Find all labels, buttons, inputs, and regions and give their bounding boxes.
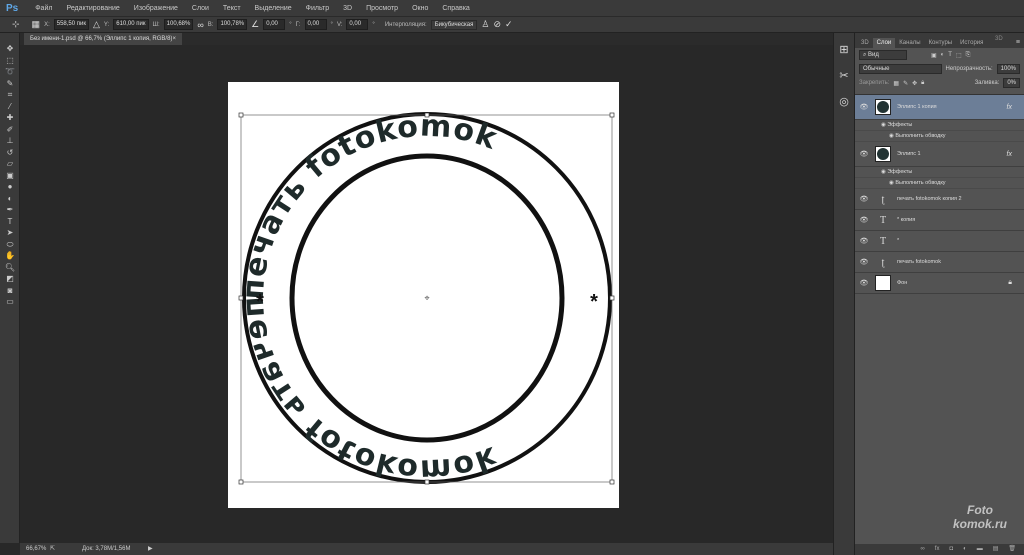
layer-name: *	[897, 238, 900, 244]
lock-label: Закрепить:	[859, 80, 890, 86]
filter-pixel-icon[interactable]: ▣	[931, 52, 937, 59]
blend-mode-select[interactable]: Обычные	[859, 64, 942, 74]
lock-position-icon[interactable]: ✥	[912, 80, 917, 87]
visibility-eye-icon[interactable]: 👁︎	[855, 150, 873, 158]
tab-layers[interactable]: Слои	[872, 38, 896, 48]
fx-icon[interactable]: fx	[1007, 104, 1012, 111]
export-icon[interactable]: ⇱	[50, 543, 55, 555]
panel-3d-label: 3D	[995, 36, 1003, 42]
fx-icon[interactable]: fx	[1007, 151, 1012, 158]
tab-channels[interactable]: Каналы	[895, 38, 924, 48]
eye-icon[interactable]: ◉	[881, 122, 886, 128]
eye-icon[interactable]: ◉	[881, 169, 886, 175]
visibility-eye-icon[interactable]: 👁︎	[855, 195, 873, 203]
fill-field[interactable]: 0%	[1003, 78, 1020, 88]
effects-label: Эффекты	[887, 169, 913, 175]
watermark-line1: Foto	[967, 503, 993, 517]
blend-row: Обычные Непрозрачность: 100%	[855, 62, 1024, 76]
star-left: *	[256, 291, 264, 313]
filter-row: ⌕ Вид ▣ ◐ T ⬚ ⎘	[855, 48, 1024, 62]
layer-thumbnail	[875, 275, 891, 291]
layer-row[interactable]: 👁︎ Фон 🔒︎	[855, 273, 1024, 294]
layer-row[interactable]: 👁︎ Эллипс 1 fx	[855, 142, 1024, 167]
visibility-eye-icon[interactable]: 👁︎	[855, 216, 873, 224]
effects-label: Эффекты	[887, 122, 913, 128]
link-layers-icon[interactable]: ∞	[921, 544, 925, 555]
3d-panel-icon[interactable]: ◎	[836, 95, 852, 111]
layer-name: * копия	[897, 217, 916, 223]
lock-row: Закрепить: ▦ ✎ ✥ 🔒︎ Заливка: 0%	[855, 76, 1024, 90]
layer-name: печать fotokomok	[897, 259, 941, 265]
visibility-eye-icon[interactable]: 👁︎	[855, 237, 873, 245]
status-bar: 66,67% ⇱ Док: 3,78M/1,56M ▶	[20, 543, 833, 555]
tools-panel-icon[interactable]: ✂	[836, 69, 852, 85]
layer-thumbnail	[875, 99, 891, 115]
filter-type-icon[interactable]: T	[948, 52, 952, 58]
eye-icon[interactable]: ◉	[889, 180, 894, 186]
opacity-label: Непрозрачность:	[945, 66, 993, 72]
properties-panel-icon[interactable]: ⊞	[836, 43, 852, 59]
tab-paths[interactable]: Контуры	[925, 38, 957, 48]
watermark-line2: komok.ru	[953, 517, 1008, 531]
lock-pixels-icon[interactable]: ▦	[893, 80, 899, 87]
eye-icon[interactable]: ◉	[889, 133, 894, 139]
warp-text-icon: ʈ	[881, 256, 885, 268]
filter-adjust-icon[interactable]: ◐	[941, 52, 945, 58]
zoom-level[interactable]: 66,67%	[26, 543, 46, 555]
panel-menu-icon[interactable]: ≡	[1012, 37, 1024, 48]
layers-footer: ∞ fx ◘ ◐ ▬ ▤ 🗑︎	[855, 544, 1024, 555]
ring-text-top: печать fotokomok	[236, 108, 502, 300]
effects-row[interactable]: ◉ Эффекты	[855, 167, 1024, 178]
status-menu-arrow-icon[interactable]: ▶	[148, 543, 153, 555]
layers-list: 👁︎ Эллипс 1 копия fx ◉ Эффекты ◉ Выполни…	[855, 94, 1024, 294]
text-layer-icon: T	[879, 214, 887, 226]
filter-shape-icon[interactable]: ⬚	[956, 52, 962, 59]
tab-3d[interactable]: 3D	[857, 38, 873, 48]
new-group-icon[interactable]: ▬	[977, 544, 983, 555]
stroke-effect-row[interactable]: ◉ Выполнить обводку	[855, 178, 1024, 189]
tab-history[interactable]: История	[956, 38, 987, 48]
opacity-field[interactable]: 100%	[996, 64, 1020, 74]
filter-label: Вид	[868, 52, 879, 58]
stroke-effect-row[interactable]: ◉ Выполнить обводку	[855, 131, 1024, 142]
layer-thumbnail	[875, 146, 891, 162]
effects-row[interactable]: ◉ Эффекты	[855, 120, 1024, 131]
layer-row[interactable]: 👁︎ ʈ печать fotokomok копия 2	[855, 189, 1024, 210]
layers-panel: 3D Слои Каналы Контуры История ≡ ⌕ Вид ▣…	[855, 33, 1024, 555]
layer-filter-select[interactable]: ⌕ Вид	[859, 50, 907, 60]
layer-name: Эллипс 1 копия	[897, 104, 937, 110]
layer-name: печать fotokomok копия 2	[897, 196, 962, 202]
visibility-eye-icon[interactable]: 👁︎	[855, 279, 873, 287]
lock-paint-icon[interactable]: ✎	[903, 80, 908, 87]
adjustment-layer-icon[interactable]: ◐	[963, 544, 967, 555]
text-layer-icon: T	[879, 235, 887, 247]
layer-row[interactable]: 👁︎ Эллипс 1 копия fx	[855, 95, 1024, 120]
add-style-icon[interactable]: fx	[935, 544, 940, 555]
layer-row[interactable]: 👁︎ T * копия	[855, 210, 1024, 231]
filter-smart-icon[interactable]: ⎘	[966, 52, 971, 59]
stroke-label: Выполнить обводку	[895, 133, 946, 139]
fill-label: Заливка:	[974, 80, 1000, 86]
add-mask-icon[interactable]: ◘	[949, 544, 953, 555]
layer-row[interactable]: 👁︎ ʈ печать fotokomok	[855, 252, 1024, 273]
ring-text-bottom: печать fotokomok	[236, 295, 502, 487]
watermark: Foto komok.ru	[953, 503, 1007, 531]
delete-layer-icon[interactable]: 🗑︎	[1008, 544, 1016, 555]
visibility-eye-icon[interactable]: 👁︎	[855, 103, 873, 111]
layer-row[interactable]: 👁︎ T *	[855, 231, 1024, 252]
layer-name: Эллипс 1	[897, 151, 921, 157]
star-right: *	[590, 291, 598, 313]
visibility-eye-icon[interactable]: 👁︎	[855, 258, 873, 266]
lock-icon: 🔒︎	[1008, 279, 1012, 286]
transform-center-icon: ⌖	[424, 293, 429, 303]
doc-size: Док: 3,78M/1,56M	[82, 546, 131, 552]
lock-all-icon[interactable]: 🔒︎	[921, 80, 924, 87]
collapsed-panels: ⊞ ✂ ◎	[833, 33, 855, 555]
warp-text-icon: ʈ	[881, 193, 885, 205]
layer-name: Фон	[897, 280, 908, 286]
stroke-label: Выполнить обводку	[895, 180, 946, 186]
new-layer-icon[interactable]: ▤	[993, 544, 999, 555]
